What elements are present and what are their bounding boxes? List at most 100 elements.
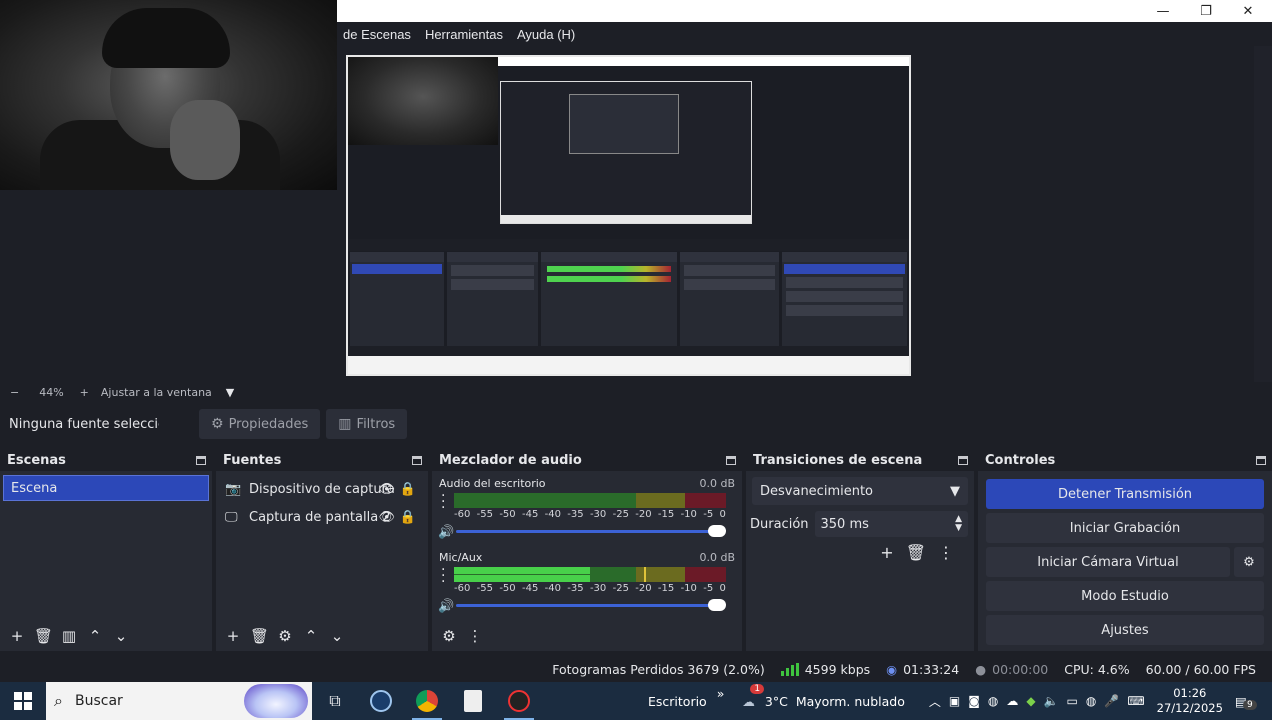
desktop-chevron-icon[interactable]: » xyxy=(717,686,725,701)
keyboard-icon[interactable]: ⌨ xyxy=(1127,694,1144,708)
discord-icon[interactable]: ◙ xyxy=(968,694,980,708)
zoom-out-button[interactable]: − xyxy=(10,386,19,399)
speaker-icon[interactable]: 🔊 xyxy=(438,599,454,614)
system-tray: ︿ ▣ ◙ ◍ ☁ ◆ 🔈 ▭ ◍ 🎤 ⌨ xyxy=(915,693,1145,710)
source-item[interactable]: 🖵 Captura de pantalla 2 👁 🔒 xyxy=(216,503,428,531)
broadcast-icon: ◉ xyxy=(886,661,898,677)
weather-widget[interactable]: ☁ 1 xyxy=(742,683,765,709)
network-icon[interactable]: ▭ xyxy=(1067,694,1078,708)
transitions-dock: Transiciones de escena Desvanecimiento ▼… xyxy=(746,449,974,651)
add-icon[interactable]: + xyxy=(8,627,26,645)
menu-bar: de Escenas Herramientas Ayuda (H) xyxy=(337,22,1272,46)
scenes-title: Escenas xyxy=(7,452,66,468)
properties-button[interactable]: ⚙ Propiedades xyxy=(199,409,321,439)
virtual-camera-settings-button[interactable]: ⚙ xyxy=(1234,547,1264,577)
meter-tick: -35 xyxy=(567,583,584,594)
obs-icon xyxy=(508,690,530,712)
clock[interactable]: 01:26 27/12/2025 xyxy=(1157,686,1223,716)
stepper-icon[interactable]: ▲ ▼ xyxy=(955,515,962,533)
minimize-button[interactable]: — xyxy=(1142,0,1184,22)
windows-taskbar: ⌕ Buscar ⧉ Escritorio » ☁ 1 3°C Mayorm. … xyxy=(0,682,1272,720)
lock-icon[interactable]: 🔒 xyxy=(400,510,416,525)
menu-help[interactable]: Ayuda (H) xyxy=(517,27,575,42)
move-down-icon[interactable]: ⌄ xyxy=(328,627,346,645)
trash-icon[interactable]: 🗑 xyxy=(906,543,926,562)
obs-button[interactable] xyxy=(496,682,542,720)
move-down-icon[interactable]: ⌄ xyxy=(112,627,130,645)
meter-peak xyxy=(644,567,646,582)
duration-input[interactable]: 350 ms ▲ ▼ xyxy=(814,511,968,537)
more-options-icon[interactable]: ⋮ xyxy=(466,627,484,645)
filters-button[interactable]: ▥ Filtros xyxy=(326,409,408,439)
tray-app-icon[interactable]: ▣ xyxy=(949,694,960,708)
gear-icon[interactable]: ⚙ xyxy=(276,627,294,645)
undock-icon[interactable] xyxy=(958,455,968,465)
weather-badge: 1 xyxy=(750,683,765,694)
preview-scrollbar[interactable] xyxy=(1254,46,1272,382)
studio-mode-button[interactable]: Modo Estudio xyxy=(986,581,1264,611)
speaker-icon[interactable]: 🔈 xyxy=(1044,694,1059,708)
advanced-audio-icon[interactable]: ⚙ xyxy=(440,627,458,645)
notifications-button[interactable]: ▤ 9 xyxy=(1235,694,1257,710)
meter-tick: -15 xyxy=(657,509,675,520)
chevron-up-icon[interactable]: ︿ xyxy=(929,693,941,710)
move-up-icon[interactable]: ⌃ xyxy=(302,627,320,645)
menu-tools[interactable]: Herramientas xyxy=(425,27,503,42)
speaker-icon[interactable]: 🔊 xyxy=(438,525,454,540)
more-options-icon[interactable]: ⋮ xyxy=(938,543,954,562)
volume-meter xyxy=(454,493,726,508)
stop-stream-button[interactable]: Detener Transmisión xyxy=(986,479,1264,509)
zoom-dropdown-icon[interactable]: ▼ xyxy=(226,386,234,399)
desktop-label[interactable]: Escritorio xyxy=(648,694,707,709)
nvidia-icon[interactable]: ◆ xyxy=(1026,694,1035,708)
filter-icon[interactable]: ▥ xyxy=(60,627,78,645)
more-options-icon[interactable]: · · · xyxy=(441,489,445,515)
more-options-icon[interactable]: · · · xyxy=(441,563,445,589)
add-icon[interactable]: + xyxy=(880,543,893,562)
search-icon: ⌕ xyxy=(54,691,63,710)
source-toolbar: Ninguna fuente seleccionada ⚙ Propiedade… xyxy=(0,402,1272,446)
meter-tick: -15 xyxy=(657,583,675,594)
tray-cloud-icon[interactable]: ☁ xyxy=(1006,694,1018,708)
scene-item[interactable]: Escena xyxy=(3,475,209,501)
eye-icon[interactable]: 👁 xyxy=(378,482,395,497)
epic-games-button[interactable] xyxy=(450,682,496,720)
trash-icon[interactable]: 🗑 xyxy=(250,627,269,645)
steam-button[interactable] xyxy=(358,682,404,720)
maximize-button[interactable]: ❐ xyxy=(1185,0,1227,22)
tray-steam-icon[interactable]: ◍ xyxy=(988,694,998,708)
start-virtual-camera-button[interactable]: Iniciar Cámara Virtual xyxy=(986,547,1230,577)
fit-window-label[interactable]: Ajustar a la ventana xyxy=(101,386,212,399)
undock-icon[interactable] xyxy=(412,455,422,465)
task-view-button[interactable]: ⧉ xyxy=(312,682,358,720)
meter-tick: -60 xyxy=(454,509,471,520)
undock-icon[interactable] xyxy=(196,455,206,465)
source-item[interactable]: 📷 Dispositivo de captura 👁 🔒 xyxy=(216,475,428,503)
start-recording-button[interactable]: Iniciar Grabación xyxy=(986,513,1264,543)
mic-icon[interactable]: 🎤 xyxy=(1104,694,1119,708)
menu-scene-collection[interactable]: de Escenas xyxy=(343,27,411,42)
close-button[interactable]: ✕ xyxy=(1227,0,1269,22)
meter-tick: -10 xyxy=(680,509,697,520)
volume-slider[interactable] xyxy=(456,604,718,607)
move-up-icon[interactable]: ⌃ xyxy=(86,627,104,645)
tray-steam2-icon[interactable]: ◍ xyxy=(1086,694,1096,708)
taskbar-search[interactable]: ⌕ Buscar xyxy=(46,682,312,720)
volume-slider-knob[interactable] xyxy=(708,525,726,537)
settings-button[interactable]: Ajustes xyxy=(986,615,1264,645)
chrome-button[interactable] xyxy=(404,682,450,720)
volume-slider-knob[interactable] xyxy=(708,599,726,611)
transition-select[interactable]: Desvanecimiento ▼ xyxy=(752,477,968,505)
trash-icon[interactable]: 🗑 xyxy=(34,627,53,645)
gear-icon: ⚙ xyxy=(1243,554,1255,570)
start-button[interactable] xyxy=(0,682,46,720)
undock-icon[interactable] xyxy=(1256,455,1266,465)
add-icon[interactable]: + xyxy=(224,627,242,645)
channel-name: Audio del escritorio xyxy=(439,477,546,490)
meter-tick: -25 xyxy=(612,583,629,594)
eye-icon[interactable]: 👁 xyxy=(378,510,395,525)
zoom-in-button[interactable]: + xyxy=(80,386,89,399)
lock-icon[interactable]: 🔒 xyxy=(400,482,416,497)
volume-slider[interactable] xyxy=(456,530,718,533)
undock-icon[interactable] xyxy=(726,455,736,465)
